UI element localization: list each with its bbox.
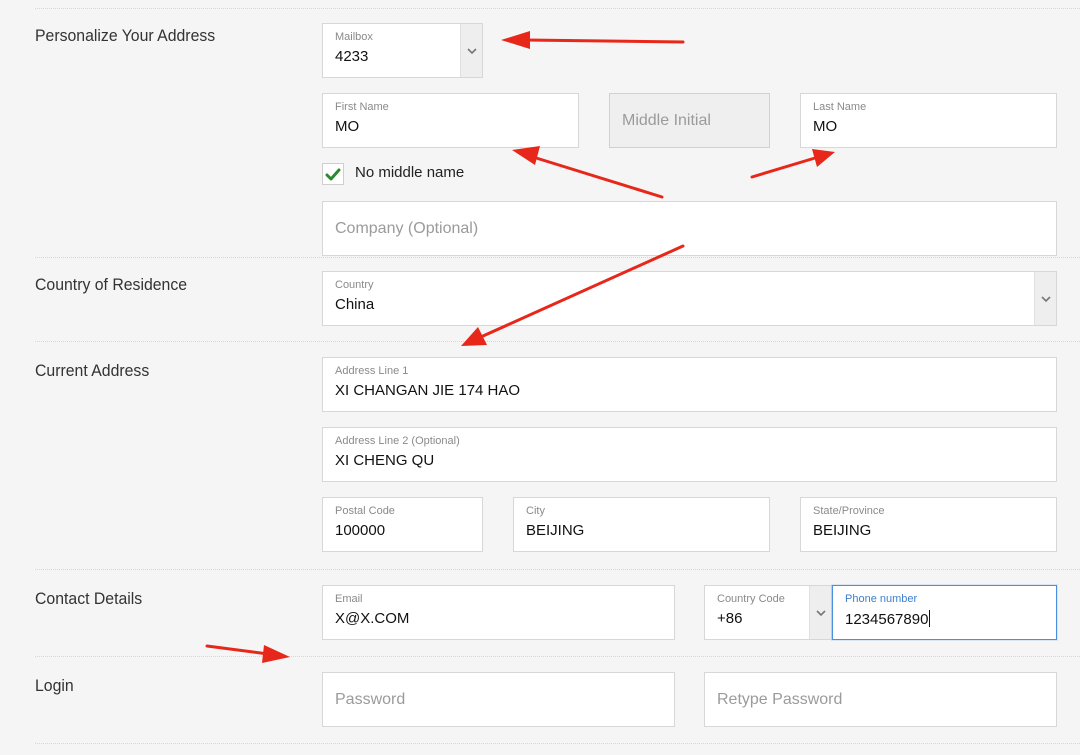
text-caret	[929, 610, 931, 627]
annotation-arrow-head	[512, 146, 540, 165]
annotation-arrow-head	[461, 327, 487, 346]
state-province-value: BEIJING	[813, 522, 872, 539]
city-label: City	[526, 505, 545, 517]
email-field[interactable]: Email X@X.COM	[322, 585, 675, 640]
city-value: BEIJING	[526, 522, 585, 539]
section-title-address: Current Address	[35, 361, 150, 380]
divider-login	[35, 656, 1080, 657]
country-select[interactable]: Country China	[322, 271, 1057, 326]
divider-contact	[35, 569, 1080, 570]
email-value: X@X.COM	[335, 610, 410, 627]
email-label: Email	[335, 593, 363, 605]
annotation-arrow-head	[501, 31, 530, 49]
annotation-arrow	[750, 156, 817, 179]
country-code-dropdown-button[interactable]	[809, 586, 831, 639]
address-line-2-label: Address Line 2 (Optional)	[335, 435, 460, 447]
password-placeholder: Password	[335, 690, 406, 708]
last-name-value: MO	[813, 118, 838, 135]
country-code-select[interactable]: Country Code +86	[704, 585, 832, 640]
chevron-down-icon	[1040, 295, 1051, 302]
country-value: China	[335, 296, 375, 313]
phone-number-label: Phone number	[845, 593, 918, 605]
annotation-arrow-head	[812, 149, 835, 167]
address-line-1-label: Address Line 1	[335, 365, 409, 377]
phone-number-value: 1234567890	[845, 611, 929, 628]
divider-address	[35, 341, 1080, 342]
checkmark-icon	[325, 168, 341, 180]
last-name-field[interactable]: Last Name MO	[800, 93, 1057, 148]
no-middle-name-checkbox[interactable]	[322, 163, 344, 185]
annotation-arrow	[523, 38, 685, 44]
password-field[interactable]: Password	[322, 672, 675, 727]
first-name-field[interactable]: First Name MO	[322, 93, 579, 148]
country-label: Country	[335, 279, 374, 291]
address-line-1-value: XI CHANGAN JIE 174 HAO	[335, 382, 521, 399]
company-field[interactable]: Company (Optional)	[322, 201, 1057, 256]
divider-bottom	[35, 743, 1080, 744]
first-name-label: First Name	[335, 101, 389, 113]
phone-number-field[interactable]: Phone number 1234567890	[832, 585, 1057, 640]
mailbox-dropdown-button[interactable]	[460, 24, 482, 77]
country-dropdown-button[interactable]	[1034, 272, 1056, 325]
no-middle-name-label: No middle name	[355, 164, 465, 181]
section-title-personalize: Personalize Your Address	[35, 26, 216, 45]
state-province-field[interactable]: State/Province BEIJING	[800, 497, 1057, 552]
retype-password-placeholder: Retype Password	[717, 690, 843, 708]
section-title-contact: Contact Details	[35, 589, 143, 608]
postal-code-field[interactable]: Postal Code 100000	[322, 497, 483, 552]
section-title-country: Country of Residence	[35, 275, 188, 294]
annotation-arrow-head	[262, 645, 290, 663]
retype-password-field[interactable]: Retype Password	[704, 672, 1057, 727]
company-placeholder: Company (Optional)	[335, 219, 479, 237]
middle-initial-field[interactable]: Middle Initial	[609, 93, 770, 148]
state-province-label: State/Province	[813, 505, 885, 517]
phone-number-input: 1234567890	[845, 610, 931, 628]
annotation-arrow	[205, 644, 270, 656]
mailbox-value: 4233	[335, 48, 369, 65]
section-title-login: Login	[35, 676, 74, 695]
address-line-1-field[interactable]: Address Line 1 XI CHANGAN JIE 174 HAO	[322, 357, 1057, 412]
first-name-value: MO	[335, 118, 360, 135]
divider-top	[35, 8, 1080, 9]
city-field[interactable]: City BEIJING	[513, 497, 770, 552]
divider-country	[35, 257, 1080, 258]
last-name-label: Last Name	[813, 101, 867, 113]
country-code-label: Country Code	[717, 593, 785, 605]
address-line-2-value: XI CHENG QU	[335, 452, 435, 469]
mailbox-label: Mailbox	[335, 31, 373, 43]
middle-initial-placeholder: Middle Initial	[622, 111, 711, 129]
country-code-value: +86	[717, 610, 743, 627]
annotation-arrow	[531, 155, 664, 199]
chevron-down-icon	[815, 609, 826, 616]
chevron-down-icon	[466, 47, 477, 54]
postal-code-label: Postal Code	[335, 505, 395, 517]
address-line-2-field[interactable]: Address Line 2 (Optional) XI CHENG QU	[322, 427, 1057, 482]
mailbox-select[interactable]: Mailbox 4233	[322, 23, 483, 78]
postal-code-value: 100000	[335, 522, 386, 539]
